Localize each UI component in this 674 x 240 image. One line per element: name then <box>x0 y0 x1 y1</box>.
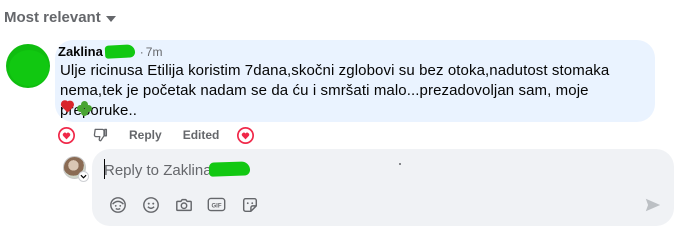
comment-thread: Most relevant Zaklina · 7m Ulje ricinusa… <box>0 0 674 240</box>
reply-composer: GIF <box>92 149 674 226</box>
author-name[interactable]: Zaklina <box>58 44 103 59</box>
sort-label: Most relevant <box>4 9 101 26</box>
composer-tools: GIF <box>107 194 260 215</box>
reply-button[interactable]: Reply <box>129 128 162 142</box>
speck <box>399 163 401 165</box>
commenter-avatar[interactable] <box>6 44 50 88</box>
sticker-icon[interactable] <box>239 194 260 215</box>
emoji-icon[interactable] <box>140 194 161 215</box>
edited-label[interactable]: Edited <box>183 128 220 142</box>
name-redaction <box>208 161 251 177</box>
comment-text: Ulje ricinusa Etilija koristim 7dana,sko… <box>60 62 610 119</box>
name-redaction <box>104 44 136 59</box>
caret-down-icon <box>105 15 116 22</box>
reaction-heart-icon[interactable] <box>236 126 254 144</box>
separator-dot: · <box>139 44 144 59</box>
sort-selector[interactable]: Most relevant <box>4 9 116 26</box>
heart-emoji-icon <box>60 101 74 114</box>
comment-header: Zaklina · 7m <box>58 44 162 59</box>
camera-icon[interactable] <box>173 194 194 215</box>
comment-bubble: Zaklina · 7m Ulje ricinusa Etilija koris… <box>55 40 655 122</box>
comment-actions: Reply Edited <box>57 126 254 144</box>
chevron-down-icon[interactable] <box>78 171 89 182</box>
like-heart-icon[interactable] <box>57 126 75 144</box>
text-cursor <box>104 159 105 179</box>
four-leaf-clover-icon <box>77 101 92 116</box>
avatar-sticker-icon[interactable] <box>107 194 128 215</box>
svg-text:GIF: GIF <box>211 203 221 209</box>
gif-icon[interactable]: GIF <box>206 194 227 215</box>
thumbs-down-icon[interactable] <box>91 126 109 144</box>
send-icon[interactable] <box>644 196 662 214</box>
comment-timestamp[interactable]: 7m <box>146 45 163 59</box>
comment-emojis <box>60 101 92 116</box>
reply-input[interactable] <box>104 159 564 181</box>
